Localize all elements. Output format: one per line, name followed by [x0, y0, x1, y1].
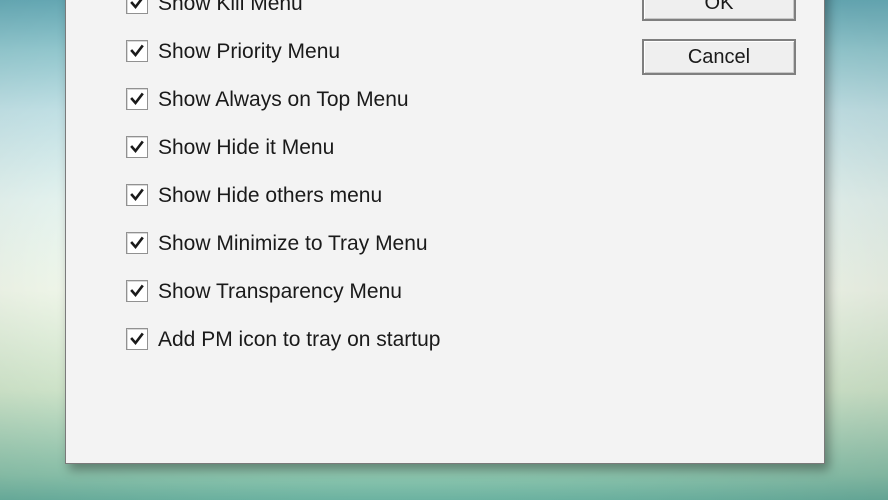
option-show-minimize-to-tray-menu: Show Minimize to Tray Menu — [126, 230, 556, 256]
option-label: Show Hide it Menu — [158, 137, 334, 158]
check-icon — [129, 283, 145, 299]
checkbox-show-transparency-menu[interactable] — [126, 280, 148, 302]
cancel-button[interactable]: Cancel — [642, 39, 796, 75]
check-icon — [129, 0, 145, 11]
option-label: Show Priority Menu — [158, 41, 340, 62]
option-show-hide-others-menu: Show Hide others menu — [126, 182, 556, 208]
check-icon — [129, 187, 145, 203]
option-show-hide-it-menu: Show Hide it Menu — [126, 134, 556, 160]
check-icon — [129, 43, 145, 59]
checkbox-show-always-on-top-menu[interactable] — [126, 88, 148, 110]
option-show-kill-menu: Show Kill Menu — [126, 0, 556, 16]
option-label: Show Always on Top Menu — [158, 89, 409, 110]
checkbox-show-hide-it-menu[interactable] — [126, 136, 148, 158]
option-label: Show Hide others menu — [158, 185, 382, 206]
option-label: Show Minimize to Tray Menu — [158, 233, 428, 254]
option-show-transparency-menu: Show Transparency Menu — [126, 278, 556, 304]
check-icon — [129, 139, 145, 155]
option-add-pm-icon-to-tray-on-startup: Add PM icon to tray on startup — [126, 326, 556, 352]
checkbox-show-kill-menu[interactable] — [126, 0, 148, 14]
checkbox-show-priority-menu[interactable] — [126, 40, 148, 62]
check-icon — [129, 91, 145, 107]
dialog-buttons: OK Cancel — [642, 0, 796, 93]
desktop-background: Show Kill Menu Show Priority Menu Show A… — [0, 0, 888, 500]
options-list: Show Kill Menu Show Priority Menu Show A… — [126, 0, 556, 374]
option-label: Show Kill Menu — [158, 0, 303, 14]
checkbox-show-hide-others-menu[interactable] — [126, 184, 148, 206]
option-label: Show Transparency Menu — [158, 281, 402, 302]
option-show-priority-menu: Show Priority Menu — [126, 38, 556, 64]
check-icon — [129, 235, 145, 251]
checkbox-add-pm-icon-to-tray-on-startup[interactable] — [126, 328, 148, 350]
option-show-always-on-top-menu: Show Always on Top Menu — [126, 86, 556, 112]
ok-button[interactable]: OK — [642, 0, 796, 21]
settings-dialog: Show Kill Menu Show Priority Menu Show A… — [65, 0, 825, 464]
option-label: Add PM icon to tray on startup — [158, 329, 440, 350]
check-icon — [129, 331, 145, 347]
checkbox-show-minimize-to-tray-menu[interactable] — [126, 232, 148, 254]
